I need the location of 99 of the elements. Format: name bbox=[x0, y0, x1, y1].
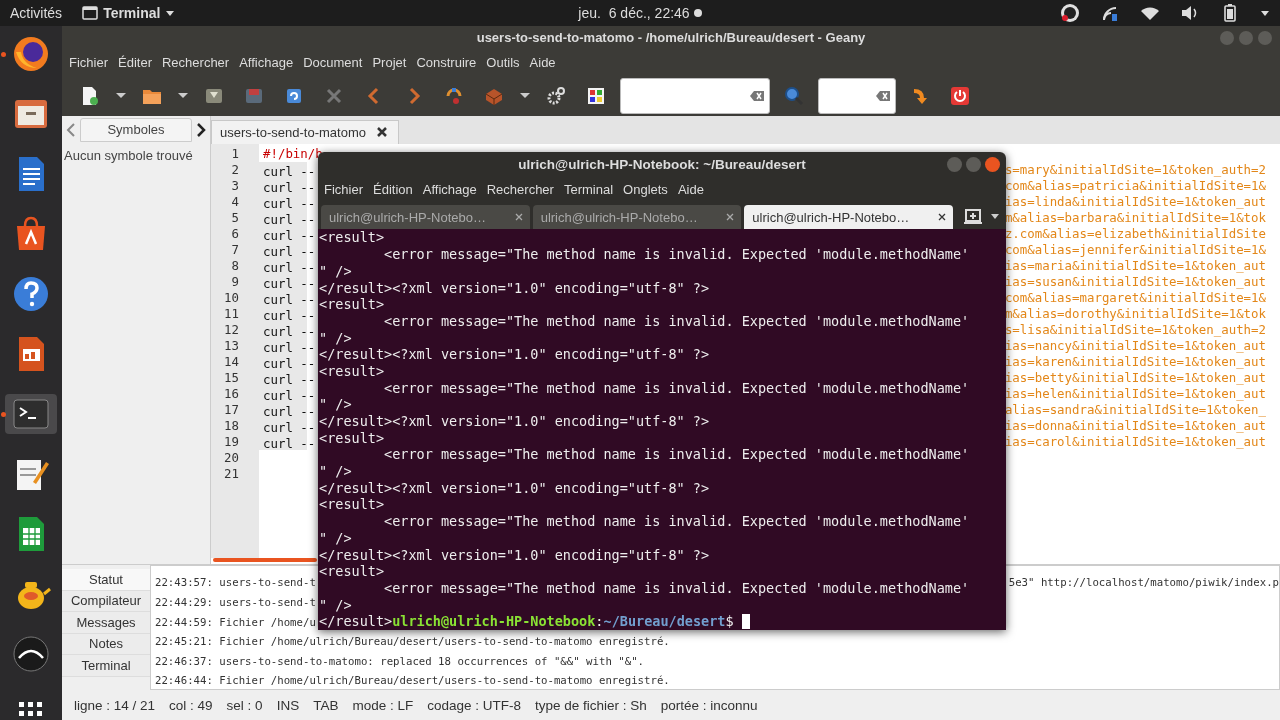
prompt-user: ulrich@ulrich-HP-Notebook bbox=[392, 613, 596, 630]
menu-item[interactable]: Fichier bbox=[64, 55, 113, 71]
menu-item[interactable]: Aide bbox=[524, 55, 561, 71]
menu-item[interactable]: Rechercher bbox=[157, 55, 235, 71]
code-string: alias=sandra&initialIdSite=1&token_ bbox=[1004, 401, 1267, 418]
code-line: #!/bin/b bbox=[262, 145, 323, 162]
code-string: ias=linda&initialIdSite=1&token_aut bbox=[1004, 193, 1267, 210]
status-item: type de fichier : Sh bbox=[535, 697, 647, 713]
panel-tab[interactable]: Statut bbox=[62, 569, 150, 591]
code-string: ias=betty&initialIdSite=1&token_aut bbox=[1004, 369, 1267, 386]
scroll-left-icon bbox=[64, 120, 78, 139]
code-string: ias=karen&initialIdSite=1&token_aut bbox=[1004, 353, 1267, 370]
new-document-icon bbox=[80, 85, 100, 106]
new-tab-icon bbox=[964, 207, 982, 226]
sidebar-tab[interactable]: Symboles bbox=[80, 117, 192, 142]
disc-icon bbox=[11, 634, 51, 674]
terminal-output: </result><?xml version="1.0" encoding="utf-8" ?> bbox=[319, 479, 710, 497]
window-title: users-to-send-to-matomo - /home/ulrich/Bureau/desert - Geany bbox=[476, 30, 866, 46]
code-string: s=mary&initialIdSite=1&token_auth=2 bbox=[1004, 161, 1267, 178]
status-item: ligne : 14 / 21 bbox=[74, 697, 156, 713]
log-message: 22:44:29: users-to-send-t bbox=[155, 595, 316, 609]
terminal-output: </result> bbox=[319, 613, 393, 630]
code-string: com&alias=patricia&initialIdSite=1& bbox=[1004, 177, 1267, 194]
empty-message: Aucun symbole trouvé bbox=[63, 146, 194, 165]
terminal-output: </result><?xml version="1.0" encoding="utf-8" ?> bbox=[319, 546, 710, 564]
app-menu[interactable]: Terminal bbox=[76, 4, 182, 22]
scrollbar[interactable] bbox=[213, 558, 317, 563]
firefox-icon bbox=[11, 34, 51, 74]
prompt-symbol: $ bbox=[725, 613, 735, 630]
code-string: ias=maria&initialIdSite=1&token_aut bbox=[1004, 257, 1267, 274]
menu-item[interactable]: Affichage bbox=[234, 55, 299, 71]
notification-dot-icon bbox=[693, 9, 702, 17]
caret-icon bbox=[178, 92, 188, 100]
terminal-output: <error message="The method name is invalid. Expected 'module.methodName' bbox=[383, 446, 970, 464]
status-item: col : 49 bbox=[169, 697, 213, 713]
code-string: m&alias=barbara&initialIdSite=1&tok bbox=[1004, 209, 1267, 226]
code-string: ias=carol&initialIdSite=1&token_aut bbox=[1004, 433, 1267, 450]
help-icon bbox=[11, 274, 51, 314]
compile-icon bbox=[444, 85, 464, 106]
status-item: INS bbox=[276, 697, 300, 713]
status-item: sel : 0 bbox=[226, 697, 263, 713]
caret-icon bbox=[116, 92, 126, 100]
status-item: codage : UTF-8 bbox=[427, 697, 521, 713]
log-message: 22:43:57: users-to-send-t bbox=[155, 576, 316, 590]
close-button[interactable] bbox=[985, 157, 1000, 172]
code-string: ias=nancy&initialIdSite=1&token_aut bbox=[1004, 337, 1267, 354]
goto-line-field[interactable] bbox=[818, 77, 896, 114]
log-message: 22:46:44: Fichier /home/ulrich/Bureau/desert/users-to-send-to-matomo enregistré. bbox=[155, 674, 670, 688]
menu-item[interactable]: Document bbox=[298, 55, 368, 71]
prompt-separator: : bbox=[595, 613, 604, 630]
terminal-tab[interactable]: ulrich@ulrich-HP-Notebo… bbox=[532, 205, 742, 230]
scroll-right-icon bbox=[194, 120, 208, 139]
terminal-tab[interactable]: ulrich@ulrich-HP-Notebo… bbox=[321, 205, 530, 230]
activities-button[interactable]: Activités bbox=[10, 5, 63, 21]
code-string: ias=helen&initialIdSite=1&token_aut bbox=[1004, 385, 1267, 402]
caret-icon bbox=[520, 92, 530, 100]
power-icon bbox=[950, 85, 970, 106]
code-string: com&alias=jennifer&initialIdSite=1& bbox=[1004, 241, 1267, 258]
text-cursor bbox=[741, 614, 750, 630]
terminal-icon bbox=[82, 5, 99, 21]
gears-icon bbox=[546, 85, 566, 106]
status-item: mode : LF bbox=[352, 697, 414, 713]
code-string: m&alias=dorothy&initialIdSite=1&tok bbox=[1004, 305, 1267, 322]
clock[interactable]: jeu. 6 déc., 22:46 bbox=[578, 5, 690, 21]
close-icon bbox=[725, 212, 736, 223]
terminal-output: <result> bbox=[319, 563, 385, 580]
palette-icon bbox=[586, 85, 606, 106]
code-string: com&alias=margaret&initialIdSite=1& bbox=[1004, 289, 1267, 306]
log-message: 22:44:59: Fichier /home/u bbox=[155, 615, 316, 629]
editor-tab[interactable]: users-to-send-to-matomo bbox=[211, 119, 399, 144]
code-string: z.com&alias=elizabeth&initialIdSite bbox=[1004, 225, 1267, 242]
close-icon bbox=[513, 212, 524, 223]
status-item: portée : inconnu bbox=[660, 697, 758, 713]
search-icon bbox=[784, 85, 804, 106]
menu-item[interactable]: Éditer bbox=[113, 55, 157, 71]
app-indicator-icon bbox=[1060, 3, 1080, 23]
terminal-tab[interactable]: ulrich@ulrich-HP-Notebo… bbox=[744, 205, 953, 230]
terminal-output: " /> bbox=[319, 529, 352, 547]
menu-item[interactable]: Outils bbox=[481, 55, 525, 71]
caret-icon bbox=[165, 8, 176, 18]
log-message: 22:45:21: Fichier /home/ulrich/Bureau/desert/users-to-send-to-matomo enregistré. bbox=[155, 635, 670, 649]
log-message: 22:46:37: users-to-send-to-matomo: replaced 18 occurrences of "&&" with "&". bbox=[155, 654, 645, 668]
menu-item[interactable]: Construire bbox=[411, 55, 482, 71]
menu-item[interactable]: Projet bbox=[367, 55, 412, 71]
terminal-output: " /> bbox=[319, 463, 352, 480]
code-string: s=lisa&initialIdSite=1&token_auth=2 bbox=[1004, 321, 1267, 338]
code-string: ias=donna&initialIdSite=1&token_aut bbox=[1004, 417, 1267, 434]
code-string: ias=susan&initialIdSite=1&token_aut bbox=[1004, 273, 1267, 290]
terminal-output: <result> bbox=[319, 496, 385, 514]
terminal-output: " /> bbox=[319, 596, 352, 614]
close-icon bbox=[375, 126, 388, 139]
status-item: TAB bbox=[313, 697, 339, 713]
search-field[interactable] bbox=[620, 77, 770, 114]
terminal-output: <error message="The method name is invalid. Expected 'module.methodName' bbox=[383, 513, 970, 530]
prompt-path: ~/Bureau/desert bbox=[603, 613, 726, 630]
close-icon bbox=[937, 212, 947, 223]
caret-icon bbox=[1260, 8, 1270, 18]
log-message: 5e3" http://localhost/matomo/piwik/index.p bbox=[1008, 576, 1279, 590]
terminal-output: <error message="The method name is invalid. Expected 'module.methodName' bbox=[383, 579, 970, 597]
